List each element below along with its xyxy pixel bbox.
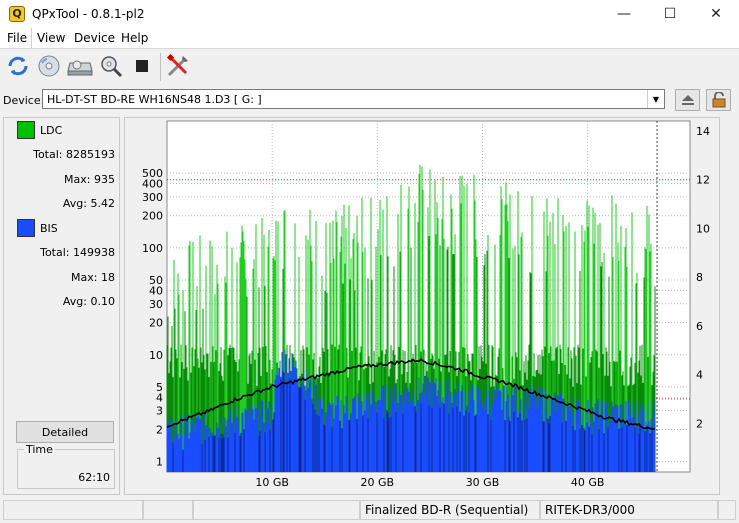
- y-right-tick-label: 4: [696, 369, 703, 382]
- y-left-tick-label: 3: [156, 405, 163, 418]
- ldc-bis-chart: 1234510203040501002003004005002468101214…: [142, 120, 710, 489]
- y-right-tick-label: 10: [696, 222, 710, 235]
- y-left-tick-label: 1: [156, 456, 163, 469]
- bis-label: BIS: [40, 222, 58, 235]
- status-cell-6: [718, 500, 736, 520]
- ldc-label: LDC: [40, 124, 63, 137]
- status-bar: Finalized BD-R (Sequential) RITEK-DR3/00…: [0, 497, 739, 523]
- y-left-tick-label: 300: [142, 191, 163, 204]
- lock-icon: [712, 92, 725, 108]
- settings-tools-icon[interactable]: [164, 52, 192, 80]
- y-left-tick-label: 200: [142, 210, 163, 223]
- y-left-tick-label: 30: [149, 298, 163, 311]
- y-left-tick-label: 10: [149, 349, 163, 362]
- stop-icon[interactable]: [128, 52, 156, 80]
- maximize-button[interactable]: ☐: [647, 0, 693, 28]
- time-label: Time: [24, 443, 55, 456]
- y-left-tick-label: 5: [156, 381, 163, 394]
- x-tick-label: 20 GB: [361, 476, 395, 489]
- menu-view[interactable]: View: [37, 31, 65, 45]
- ldc-max: Max: 935: [64, 173, 115, 186]
- chevron-down-icon[interactable]: ▼: [647, 90, 664, 108]
- device-row: Device: HL-DT-ST BD-RE WH16NS48 1.D3 [ G…: [0, 86, 739, 114]
- refresh-icon[interactable]: [4, 52, 32, 80]
- title-bar: Q QPxTool - 0.8.1-pl2 — ☐ ✕: [0, 0, 739, 28]
- eject-button[interactable]: [675, 89, 700, 111]
- disc-icon[interactable]: [35, 52, 63, 80]
- status-cell-2: [143, 500, 193, 520]
- zoom-disc-icon[interactable]: [97, 52, 125, 80]
- y-left-tick-label: 100: [142, 242, 163, 255]
- eject-icon: [681, 95, 694, 105]
- x-tick-label: 30 GB: [466, 476, 500, 489]
- status-media-id: RITEK-DR3/000: [540, 500, 718, 520]
- ldc-avg: Avg: 5.42: [62, 197, 115, 210]
- device-value: HL-DT-ST BD-RE WH16NS48 1.D3 [ G: ]: [47, 93, 262, 106]
- y-right-tick-label: 2: [696, 417, 703, 430]
- device-select[interactable]: HL-DT-ST BD-RE WH16NS48 1.D3 [ G: ] ▼: [42, 89, 665, 109]
- status-cell-3: [193, 500, 360, 520]
- x-tick-label: 10 GB: [255, 476, 289, 489]
- y-right-tick-label: 12: [696, 174, 710, 187]
- time-group: Time 62:10: [17, 443, 115, 489]
- time-value: 62:10: [78, 471, 110, 484]
- status-disc-type: Finalized BD-R (Sequential): [360, 500, 540, 520]
- y-left-tick-label: 50: [149, 274, 163, 287]
- window-title: QPxTool - 0.8.1-pl2: [32, 7, 145, 21]
- bis-total: Total: 149938: [40, 246, 115, 259]
- y-right-tick-label: 14: [696, 125, 710, 138]
- status-cell-1: [3, 500, 143, 520]
- drive-icon[interactable]: [66, 52, 94, 80]
- y-right-tick-label: 6: [696, 320, 703, 333]
- toolbar-separator: [160, 53, 161, 81]
- menu-bar: File View Device Help: [0, 28, 739, 49]
- minimize-button[interactable]: —: [601, 0, 647, 28]
- toolbar: [0, 49, 739, 85]
- bis-max: Max: 18: [71, 271, 115, 284]
- y-left-tick-label: 500: [142, 167, 163, 180]
- close-button[interactable]: ✕: [693, 0, 739, 28]
- bis-color-swatch: [17, 219, 35, 237]
- ldc-total: Total: 8285193: [33, 148, 115, 161]
- app-icon: Q: [9, 6, 25, 22]
- x-tick-label: 40 GB: [571, 476, 605, 489]
- chart-panel: 1 2 3 4 5 10 20 30 40 50 100 200 300 400 500 2 4 6 8 10 12 14…: [124, 117, 720, 495]
- y-left-tick-label: 2: [156, 423, 163, 436]
- menu-help[interactable]: Help: [121, 31, 148, 45]
- lock-button[interactable]: [706, 89, 731, 111]
- menu-device[interactable]: Device: [74, 31, 115, 45]
- stats-panel: LDC Total: 8285193 Max: 935 Avg: 5.42 BI…: [3, 117, 120, 495]
- ldc-color-swatch: [17, 121, 35, 139]
- menu-file[interactable]: File: [7, 31, 27, 45]
- device-label: Device:: [3, 94, 45, 107]
- y-left-tick-label: 20: [149, 317, 163, 330]
- detailed-button[interactable]: Detailed: [16, 421, 114, 443]
- y-right-tick-label: 8: [696, 271, 703, 284]
- menu-separator: [31, 28, 32, 48]
- bis-avg: Avg: 0.10: [62, 295, 115, 308]
